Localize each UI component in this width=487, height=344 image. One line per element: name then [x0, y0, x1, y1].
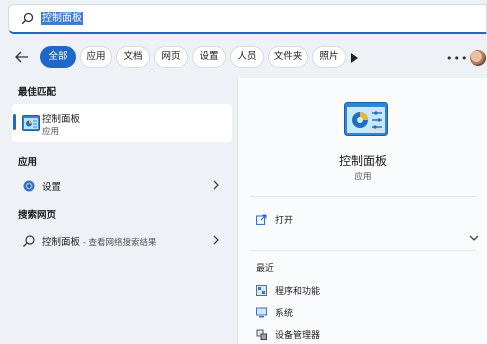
apps-heading: 应用	[18, 157, 38, 168]
programs-icon	[256, 284, 267, 296]
filter-settings[interactable]: 设置	[192, 46, 226, 68]
recent-heading: 最近	[256, 264, 275, 274]
best-match-result[interactable]: 控制面板 应用	[12, 104, 232, 142]
web-result-desc: - 查看网络搜索结果	[80, 238, 157, 248]
chevron-down-icon[interactable]	[469, 234, 479, 242]
filter-bar: 全部 应用 文档 网页 设置 人员 文件夹 照片 •••	[0, 42, 487, 72]
recent-item-label: 系统	[275, 308, 294, 319]
control-panel-icon	[344, 102, 388, 136]
device-manager-icon	[256, 329, 267, 340]
preview-title: 控制面板	[338, 154, 387, 168]
list-item-web-search[interactable]: 控制面板 - 查看网络搜索结果	[12, 230, 232, 252]
filter-apps[interactable]: 应用	[80, 46, 112, 68]
system-icon	[256, 307, 267, 317]
best-match-heading: 最佳匹配	[18, 87, 57, 98]
list-item-settings[interactable]: 设置	[12, 175, 232, 197]
preview-panel: 控制面板 应用 打开 最近 程序和功能 系统 设备管理器	[237, 78, 487, 344]
best-match-title: 控制面板	[42, 114, 81, 125]
more-options-button[interactable]: •••	[446, 52, 468, 65]
search-box[interactable]: 控制面板	[8, 4, 487, 34]
gear-icon	[23, 180, 35, 192]
web-result-query: 控制面板	[42, 237, 81, 248]
preview-subtitle: 应用	[354, 172, 372, 182]
web-heading: 搜索网页	[18, 210, 57, 221]
divider	[250, 250, 476, 251]
selection-indicator	[13, 114, 16, 130]
recent-item-programs[interactable]: 程序和功能	[256, 283, 320, 297]
recent-item-system[interactable]: 系统	[256, 305, 293, 319]
open-icon	[256, 214, 267, 225]
divider	[250, 196, 476, 197]
filter-photos[interactable]: 照片	[312, 46, 346, 68]
filter-documents[interactable]: 文档	[116, 46, 150, 68]
filter-all[interactable]: 全部	[40, 46, 76, 68]
control-panel-icon	[22, 115, 40, 131]
filter-people[interactable]: 人员	[230, 46, 264, 68]
recent-item-device-manager[interactable]: 设备管理器	[256, 327, 320, 341]
filter-web[interactable]: 网页	[154, 46, 188, 68]
play-icon[interactable]	[350, 53, 358, 63]
open-action[interactable]: 打开	[256, 212, 293, 226]
search-icon	[23, 235, 35, 247]
list-item-label: 设置	[42, 182, 62, 193]
recent-item-label: 程序和功能	[275, 286, 321, 297]
open-label: 打开	[275, 215, 294, 226]
chevron-right-icon	[213, 180, 219, 190]
best-match-subtitle: 应用	[42, 127, 60, 137]
chevron-right-icon	[213, 235, 219, 245]
search-icon	[21, 12, 35, 26]
back-arrow-icon[interactable]	[14, 49, 30, 65]
filter-folders[interactable]: 文件夹	[268, 46, 308, 68]
recent-item-label: 设备管理器	[275, 330, 321, 341]
search-input[interactable]: 控制面板	[41, 12, 83, 25]
avatar[interactable]	[470, 50, 486, 66]
